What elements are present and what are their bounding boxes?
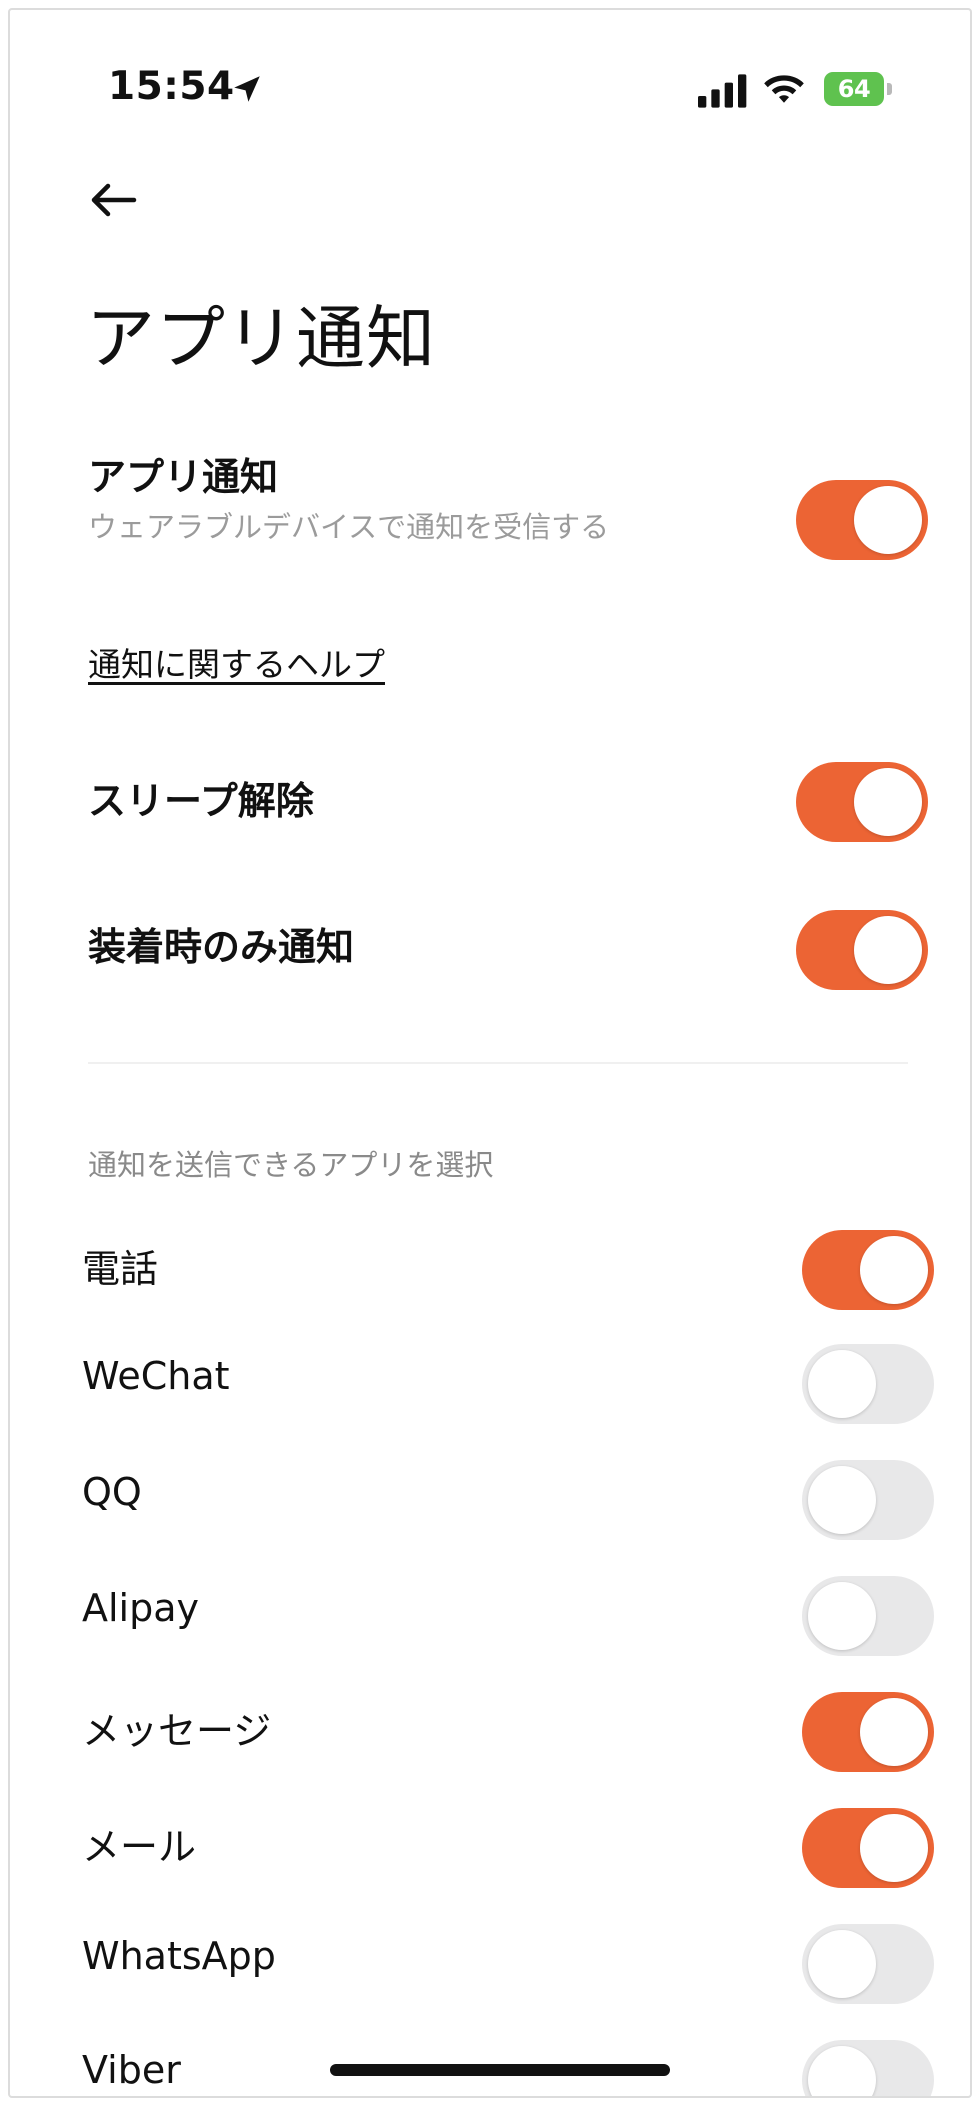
toggle-knob (860, 1236, 928, 1304)
apps-section-label: 通知を送信できるアプリを選択 (88, 1148, 494, 1182)
app-toggle-qq[interactable] (802, 1460, 934, 1540)
wake-screen-toggle[interactable] (796, 762, 928, 842)
toggle-knob (808, 2046, 876, 2096)
app-label-messages: メッセージ (82, 1709, 272, 1753)
phone-screen: 15:54 64 アプリ通知 アプリ通知 ウェアラブルデバイスで通知を受信する … (8, 8, 972, 2098)
notification-help-link[interactable]: 通知に関するヘルプ (88, 638, 385, 686)
location-arrow-icon (234, 76, 260, 102)
toggle-knob (860, 1814, 928, 1882)
master-notification-title: アプリ通知 (88, 455, 279, 499)
back-arrow-icon[interactable] (84, 176, 140, 224)
battery-level: 64 (824, 72, 884, 106)
master-notification-subtitle: ウェアラブルデバイスで通知を受信する (88, 510, 610, 544)
home-indicator[interactable] (330, 2064, 670, 2076)
app-toggle-messages[interactable] (802, 1692, 934, 1772)
cellular-signal-icon (698, 74, 747, 108)
app-toggle-wechat[interactable] (802, 1344, 934, 1424)
toggle-knob (860, 1698, 928, 1766)
toggle-knob (854, 916, 922, 984)
page-title: アプリ通知 (86, 299, 436, 379)
app-label-mail: メール (82, 1825, 197, 1869)
app-label-viber: Viber (82, 2048, 181, 2092)
app-label-whatsapp: WhatsApp (82, 1934, 276, 1978)
app-label-alipay: Alipay (82, 1586, 200, 1630)
battery-indicator: 64 (824, 72, 892, 106)
app-toggle-viber[interactable] (802, 2040, 934, 2096)
status-time: 15:54 (108, 64, 235, 109)
app-toggle-mail[interactable] (802, 1808, 934, 1888)
wifi-icon (764, 75, 804, 103)
app-label-wechat: WeChat (82, 1354, 230, 1398)
toggle-knob (808, 1466, 876, 1534)
app-label-qq: QQ (82, 1470, 142, 1514)
app-label-phone: 電話 (82, 1247, 159, 1291)
app-toggle-phone[interactable] (802, 1230, 934, 1310)
toggle-knob (854, 768, 922, 836)
section-divider (88, 1062, 908, 1064)
master-notification-toggle[interactable] (796, 480, 928, 560)
toggle-knob (808, 1930, 876, 1998)
toggle-knob (808, 1582, 876, 1650)
app-toggle-whatsapp[interactable] (802, 1924, 934, 2004)
wear-only-label: 装着時のみ通知 (88, 925, 355, 969)
toggle-knob (808, 1350, 876, 1418)
app-toggle-alipay[interactable] (802, 1576, 934, 1656)
wake-screen-label: スリープ解除 (88, 779, 314, 823)
toggle-knob (854, 486, 922, 554)
wear-only-toggle[interactable] (796, 910, 928, 990)
battery-cap (887, 83, 892, 95)
